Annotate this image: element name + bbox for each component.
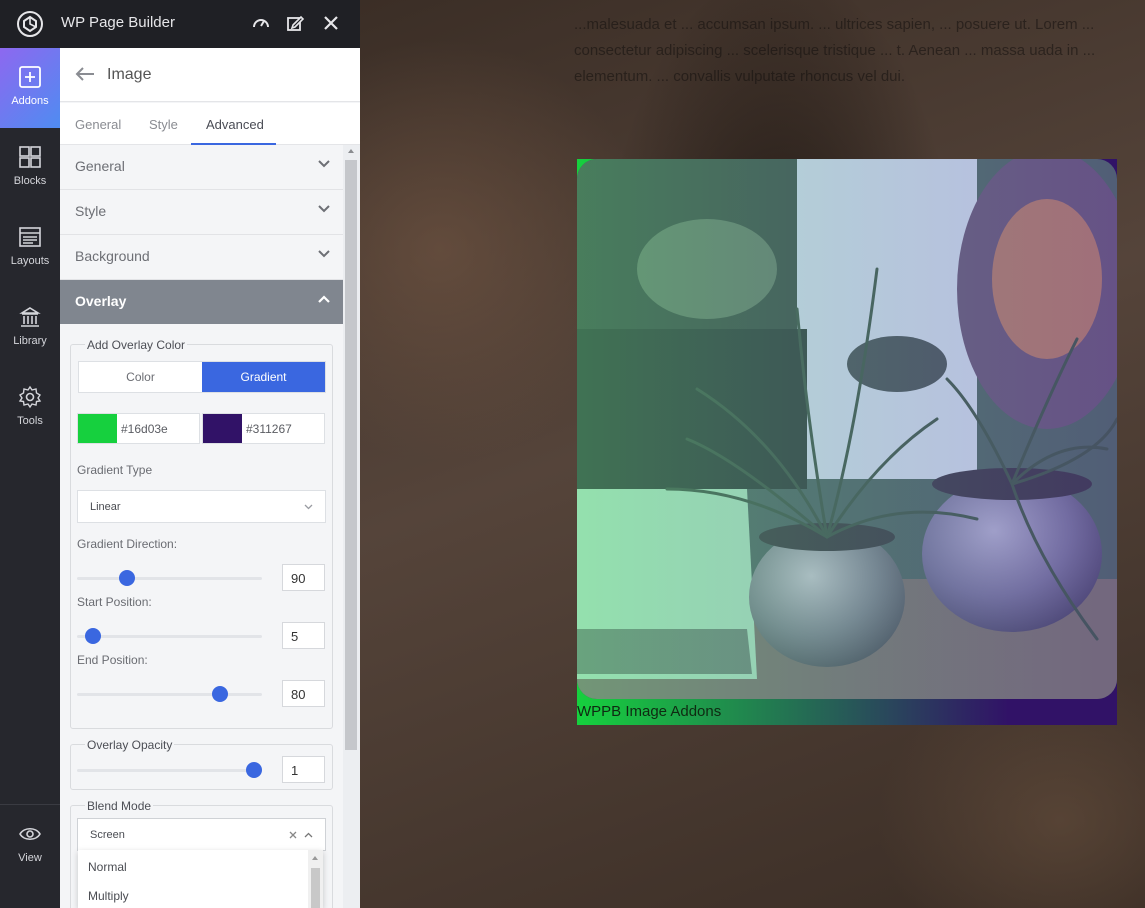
accordion-label: Style (75, 203, 107, 219)
card-legend: Add Overlay Color (85, 338, 188, 352)
rail-item-label: Tools (17, 415, 43, 427)
clear-icon[interactable] (289, 831, 297, 839)
panel-tabs: General Style Advanced (60, 103, 360, 145)
overlay-mode-toggle: Color Gradient (78, 361, 326, 393)
speedometer-icon[interactable] (251, 13, 271, 33)
dropdown-scrollbar-thumb[interactable] (311, 868, 320, 908)
gradient-color-1-field[interactable]: #16d03e (77, 413, 200, 444)
accordion-label: Overlay (75, 293, 127, 309)
rail-item-addons[interactable]: Addons (0, 48, 60, 128)
slider-handle[interactable] (246, 762, 262, 778)
layouts-icon (19, 227, 41, 247)
dropdown-option[interactable]: Multiply (88, 889, 129, 903)
scroll-up-arrow-icon[interactable] (348, 149, 354, 153)
accordion-overlay[interactable]: Overlay (60, 280, 343, 324)
blocks-grid-icon (19, 146, 41, 168)
chevron-down-icon (318, 250, 330, 258)
color-value: #16d03e (121, 422, 168, 436)
scroll-up-arrow-icon[interactable] (312, 856, 318, 860)
start-position-label: Start Position: (77, 595, 152, 609)
start-position-input[interactable]: 5 (282, 622, 325, 649)
gradient-direction-slider[interactable] (77, 577, 262, 580)
panel-title: Image (107, 66, 152, 83)
overlay-opacity-input[interactable]: 1 (282, 756, 325, 783)
overlay-opacity-card: Overlay Opacity 1 (70, 738, 333, 790)
library-icon (19, 307, 41, 327)
blend-mode-select[interactable]: Screen (77, 818, 326, 851)
rail-item-label: Addons (11, 95, 49, 107)
gradient-type-select[interactable]: Linear (77, 490, 326, 523)
settings-panel: Image General Style Advanced General Sty… (60, 48, 360, 908)
color-swatch[interactable] (78, 414, 117, 443)
image-addon[interactable]: WPPB Image Addons (577, 159, 1117, 725)
image-caption: WPPB Image Addons (577, 703, 722, 720)
top-bar: WP Page Builder (0, 0, 360, 48)
plant-photo-art (577, 159, 1117, 699)
close-icon[interactable] (321, 13, 341, 33)
page-canvas: ...malesuada et ... accumsan ipsum. ... … (360, 0, 1145, 908)
rail-item-tools[interactable]: Tools (0, 368, 60, 448)
rail-item-view[interactable]: View (0, 805, 60, 885)
chevron-up-icon (304, 832, 313, 838)
gradient-direction-label: Gradient Direction: (77, 537, 178, 551)
rail-item-layouts[interactable]: Layouts (0, 208, 60, 288)
app-title: WP Page Builder (61, 14, 175, 31)
wppb-logo-icon (17, 11, 43, 37)
card-legend: Overlay Opacity (85, 738, 175, 752)
accordion-style[interactable]: Style (60, 190, 343, 235)
accordion-label: General (75, 158, 125, 174)
rail-item-blocks[interactable]: Blocks (0, 128, 60, 208)
color-swatch[interactable] (203, 414, 242, 443)
slider-handle[interactable] (119, 570, 135, 586)
slider-handle[interactable] (212, 686, 228, 702)
accordion-general[interactable]: General (60, 145, 343, 190)
tab-advanced[interactable]: Advanced (206, 117, 264, 132)
end-position-slider[interactable] (77, 693, 262, 696)
tab-style[interactable]: Style (149, 117, 178, 132)
rail-item-label: Blocks (13, 175, 47, 187)
overlay-color-card: Add Overlay Color Color Gradient #16d03e… (70, 338, 333, 729)
rail-item-label: View (18, 852, 42, 864)
slider-handle[interactable] (85, 628, 101, 644)
chevron-down-icon (318, 205, 330, 213)
chevron-down-icon (304, 504, 313, 510)
end-position-label: End Position: (77, 653, 148, 667)
eye-icon (19, 827, 41, 841)
background-paragraph: ...malesuada et ... accumsan ipsum. ... … (574, 16, 1096, 85)
mode-gradient-button[interactable]: Gradient (202, 362, 325, 392)
gradient-color-2-field[interactable]: #311267 (202, 413, 325, 444)
blend-mode-dropdown: Normal Multiply (78, 850, 323, 908)
tab-general[interactable]: General (75, 117, 121, 132)
rail-item-label: Library (13, 335, 47, 347)
panel-header: Image (60, 48, 360, 102)
color-value: #311267 (246, 422, 292, 436)
start-position-slider[interactable] (77, 635, 262, 638)
card-legend: Blend Mode (85, 799, 154, 813)
gear-icon (18, 385, 42, 409)
edit-icon[interactable] (285, 13, 305, 33)
rail-item-label: Layouts (10, 255, 50, 267)
dropdown-option[interactable]: Normal (88, 860, 127, 874)
plant-photo (577, 159, 1117, 699)
overlay-opacity-slider[interactable] (77, 769, 262, 772)
chevron-up-icon (318, 295, 330, 303)
chevron-down-icon (318, 160, 330, 168)
gradient-type-label: Gradient Type (77, 463, 153, 477)
left-rail: Addons Blocks Layouts Library Tools View (0, 48, 60, 908)
accordion-background[interactable]: Background (60, 235, 343, 280)
select-value: Screen (90, 829, 125, 841)
mode-color-button[interactable]: Color (79, 362, 202, 392)
select-value: Linear (90, 501, 121, 513)
plus-square-icon (19, 66, 41, 88)
accordion-label: Background (75, 248, 150, 264)
rail-item-library[interactable]: Library (0, 288, 60, 368)
back-arrow-icon[interactable] (74, 66, 96, 82)
panel-scrollbar-thumb[interactable] (345, 160, 357, 750)
gradient-direction-input[interactable]: 90 (282, 564, 325, 591)
end-position-input[interactable]: 80 (282, 680, 325, 707)
